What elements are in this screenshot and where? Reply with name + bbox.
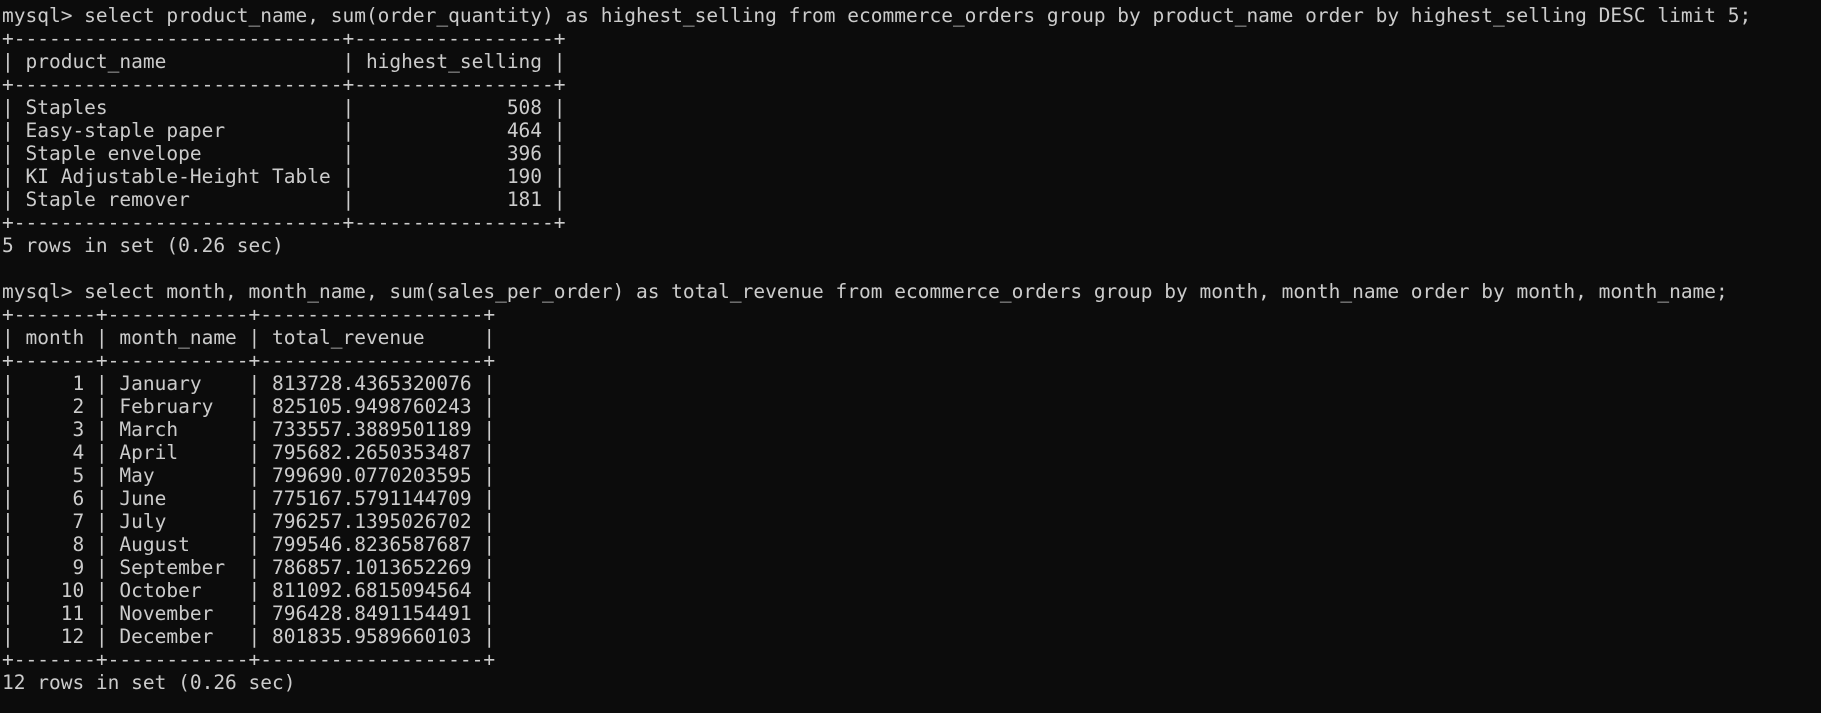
table-row: | 2 | February | 825105.9498760243 |: [2, 395, 496, 418]
query-1-table-header: | product_name | highest_selling |: [2, 50, 566, 73]
query-2-table-border-top: +-------+------------+------------------…: [2, 303, 496, 326]
table-row: | Easy-staple paper | 464 |: [2, 119, 566, 142]
table-row: | Staples | 508 |: [2, 96, 566, 119]
table-row: | 10 | October | 811092.6815094564 |: [2, 579, 496, 602]
table-row: | 12 | December | 801835.9589660103 |: [2, 625, 496, 648]
table-row: | Staple envelope | 396 |: [2, 142, 566, 165]
table-row: | 8 | August | 799546.8236587687 |: [2, 533, 496, 556]
query-2-table-header: | month | month_name | total_revenue |: [2, 326, 496, 349]
query-1-command: mysql> select product_name, sum(order_qu…: [2, 4, 1752, 27]
query-1-table-border-top: +----------------------------+----------…: [2, 27, 566, 50]
query-2-table-border-header: +-------+------------+------------------…: [2, 349, 496, 372]
table-row: | 4 | April | 795682.2650353487 |: [2, 441, 496, 464]
table-row: | 1 | January | 813728.4365320076 |: [2, 372, 496, 395]
query-1-result-summary: 5 rows in set (0.26 sec): [2, 234, 284, 257]
query-2-table-border-bottom: +-------+------------+------------------…: [2, 648, 496, 671]
terminal-output[interactable]: mysql> select product_name, sum(order_qu…: [0, 0, 1821, 713]
table-row: | Staple remover | 181 |: [2, 188, 566, 211]
query-2-command: mysql> select month, month_name, sum(sal…: [2, 280, 1728, 303]
table-row: | 5 | May | 799690.0770203595 |: [2, 464, 496, 487]
table-row: | KI Adjustable-Height Table | 190 |: [2, 165, 566, 188]
table-row: | 3 | March | 733557.3889501189 |: [2, 418, 496, 441]
table-row: | 11 | November | 796428.8491154491 |: [2, 602, 496, 625]
table-row: | 7 | July | 796257.1395026702 |: [2, 510, 496, 533]
table-row: | 9 | September | 786857.1013652269 |: [2, 556, 496, 579]
query-1-table-border-bottom: +----------------------------+----------…: [2, 211, 566, 234]
query-1-table-border-header: +----------------------------+----------…: [2, 73, 566, 96]
table-row: | 6 | June | 775167.5791144709 |: [2, 487, 496, 510]
query-2-result-summary: 12 rows in set (0.26 sec): [2, 671, 296, 694]
